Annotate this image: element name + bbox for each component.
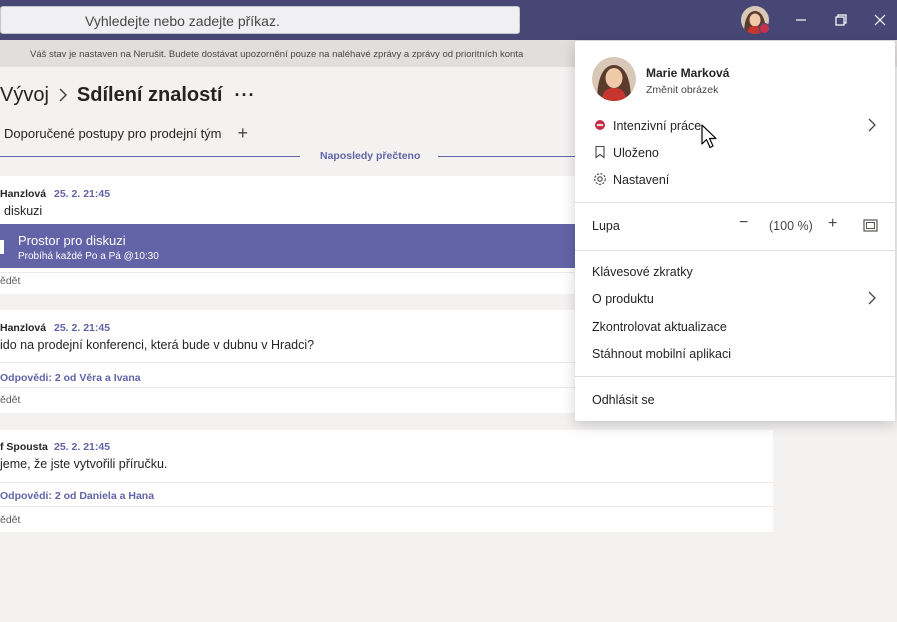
zoom-in-button[interactable]: + xyxy=(828,215,837,233)
post-text: ido na prodejní konferenci, která bude v… xyxy=(0,338,315,352)
zoom-row: Lupa − (100 %) + xyxy=(575,213,895,239)
saved-menu-item[interactable]: Uloženo xyxy=(575,140,895,166)
reply-link[interactable]: ědět xyxy=(0,394,20,406)
check-updates-menu-item[interactable]: Zkontrolovat aktualizace xyxy=(575,314,895,340)
post-time: 25. 2. 21:45 xyxy=(54,322,111,334)
shortcuts-label: Klávesové zkratky xyxy=(592,265,693,279)
about-menu-item[interactable]: O produktu xyxy=(575,286,895,312)
about-label: O produktu xyxy=(592,292,654,306)
team-name[interactable]: Vývoj xyxy=(0,84,49,107)
profile-menu: Marie Marková Změnit obrázek Intenzivní … xyxy=(575,41,895,421)
last-read-divider xyxy=(0,156,300,157)
status-busy-icon xyxy=(595,120,605,130)
profile-name: Marie Marková xyxy=(646,66,730,80)
settings-label: Nastavení xyxy=(613,173,670,187)
close-icon[interactable] xyxy=(870,10,890,30)
divider xyxy=(0,272,578,273)
calendar-icon xyxy=(0,240,4,254)
bookmark-icon xyxy=(595,145,605,159)
post-author: Hanzlová xyxy=(0,188,47,200)
conversation-post: Hanzlová 25. 2. 21:45 ido na prodejní ko… xyxy=(0,310,578,413)
chevron-right-icon xyxy=(59,88,67,102)
more-options-button[interactable]: ··· xyxy=(234,85,255,106)
divider xyxy=(0,362,578,363)
menu-divider xyxy=(575,250,895,251)
zoom-out-button[interactable]: − xyxy=(739,214,748,232)
check-updates-label: Zkontrolovat aktualizace xyxy=(592,320,727,334)
status-menu-item[interactable]: Intenzivní práce xyxy=(575,113,895,139)
post-author: f Spousta xyxy=(0,441,48,453)
mouse-pointer-icon xyxy=(701,124,717,149)
sign-out-label: Odhlásit se xyxy=(592,393,655,407)
divider xyxy=(0,387,578,388)
menu-divider xyxy=(575,376,895,377)
meeting-title: Prostor pro diskuzi xyxy=(18,233,126,248)
post-text: diskuzi xyxy=(4,204,43,218)
chevron-right-icon xyxy=(868,118,876,132)
profile-picture[interactable] xyxy=(592,57,636,101)
status-busy-indicator xyxy=(759,23,770,34)
divider xyxy=(0,506,773,507)
fullscreen-icon[interactable] xyxy=(863,219,878,232)
conversation-post: f Spousta 25. 2. 21:45 jeme, že jste vyt… xyxy=(0,430,773,532)
download-mobile-label: Stáhnout mobilní aplikaci xyxy=(592,347,731,361)
post-time: 25. 2. 21:45 xyxy=(54,188,111,200)
zoom-value: (100 %) xyxy=(769,219,813,233)
zoom-label: Lupa xyxy=(592,219,620,233)
post-text: jeme, že jste vytvořili příručku. xyxy=(0,457,168,471)
meeting-schedule: Probíhá každé Po a Pá @10:30 xyxy=(18,251,159,262)
reply-link[interactable]: ědět xyxy=(0,514,20,526)
shortcuts-menu-item[interactable]: Klávesové zkratky xyxy=(575,259,895,285)
last-read-divider xyxy=(438,156,578,157)
tab-best-practices[interactable]: Doporučené postupy pro prodejní tým xyxy=(4,126,222,141)
restore-icon[interactable] xyxy=(831,10,851,30)
replies-link[interactable]: Odpovědi: 2 od Daniela a Hana xyxy=(0,490,154,502)
reply-link[interactable]: ědět xyxy=(0,275,20,287)
download-mobile-menu-item[interactable]: Stáhnout mobilní aplikaci xyxy=(575,341,895,367)
meeting-card[interactable]: Prostor pro diskuzi Probíhá každé Po a P… xyxy=(0,224,578,268)
breadcrumb: Vývoj Sdílení znalostí ··· xyxy=(0,82,255,108)
change-picture-link[interactable]: Změnit obrázek xyxy=(646,84,718,96)
chevron-right-icon xyxy=(868,291,876,305)
gear-icon xyxy=(594,173,606,185)
settings-menu-item[interactable]: Nastavení xyxy=(575,167,895,193)
post-time: 25. 2. 21:45 xyxy=(54,441,111,453)
menu-divider xyxy=(575,202,895,203)
saved-label: Uloženo xyxy=(613,146,659,160)
add-tab-button[interactable]: + xyxy=(238,124,249,142)
divider xyxy=(0,482,773,483)
channel-name: Sdílení znalostí xyxy=(76,83,223,106)
title-bar: Vyhledejte nebo zadejte příkaz. xyxy=(0,0,897,40)
replies-link[interactable]: Odpovědi: 2 od Věra a Ivana xyxy=(0,372,141,384)
last-read-label: Naposledy přečteno xyxy=(320,150,421,162)
minimize-icon[interactable] xyxy=(791,10,811,30)
sign-out-menu-item[interactable]: Odhlásit se xyxy=(575,387,895,413)
search-input[interactable]: Vyhledejte nebo zadejte příkaz. xyxy=(0,6,520,34)
tab-bar: Doporučené postupy pro prodejní tým + xyxy=(4,124,248,142)
post-author: Hanzlová xyxy=(0,322,47,334)
status-label: Intenzivní práce xyxy=(613,119,702,133)
